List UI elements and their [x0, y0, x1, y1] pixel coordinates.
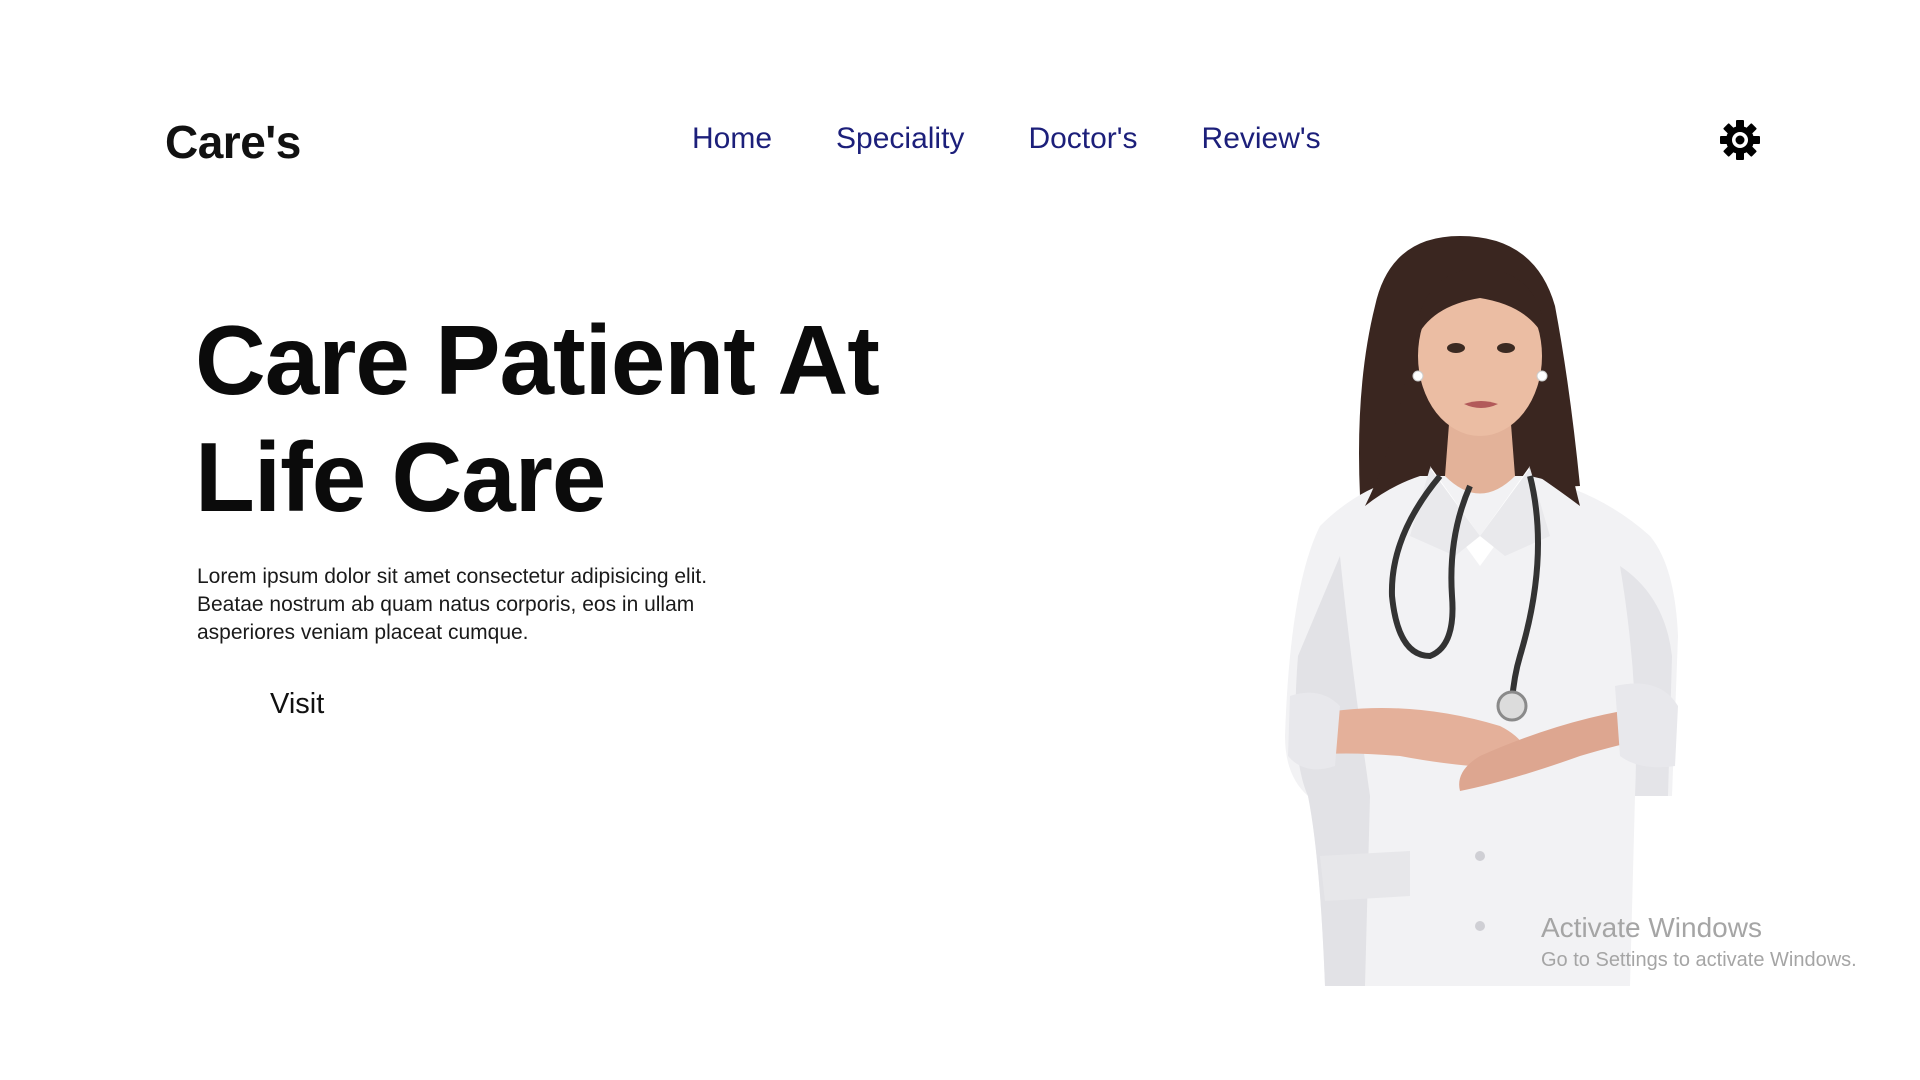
hero-title-line-2: Life Care	[195, 422, 606, 532]
main-nav: Home Speciality Doctor's Review's	[692, 122, 1321, 156]
watermark-title: Activate Windows	[1541, 912, 1762, 943]
windows-activation-watermark: Activate Windows Go to Settings to activ…	[1541, 911, 1857, 975]
site-logo[interactable]: Care's	[165, 115, 301, 169]
hero-title: Care Patient At Life Care	[195, 302, 955, 536]
nav-link-home[interactable]: Home	[692, 122, 772, 156]
hero-description: Lorem ipsum dolor sit amet consectetur a…	[197, 565, 708, 644]
nav-link-reviews[interactable]: Review's	[1202, 122, 1321, 156]
nav-link-doctors[interactable]: Doctor's	[1028, 122, 1137, 156]
landing-page: Care's Home Speciality Doctor's Review's…	[0, 0, 1920, 1080]
visit-button[interactable]: Visit	[270, 688, 324, 721]
doctor-image	[1280, 236, 1720, 986]
hero-title-line-1: Care Patient At	[195, 305, 880, 415]
nav-link-speciality[interactable]: Speciality	[836, 122, 964, 156]
gear-icon[interactable]	[1718, 118, 1762, 162]
watermark-subtitle: Go to Settings to activate Windows.	[1541, 949, 1857, 971]
